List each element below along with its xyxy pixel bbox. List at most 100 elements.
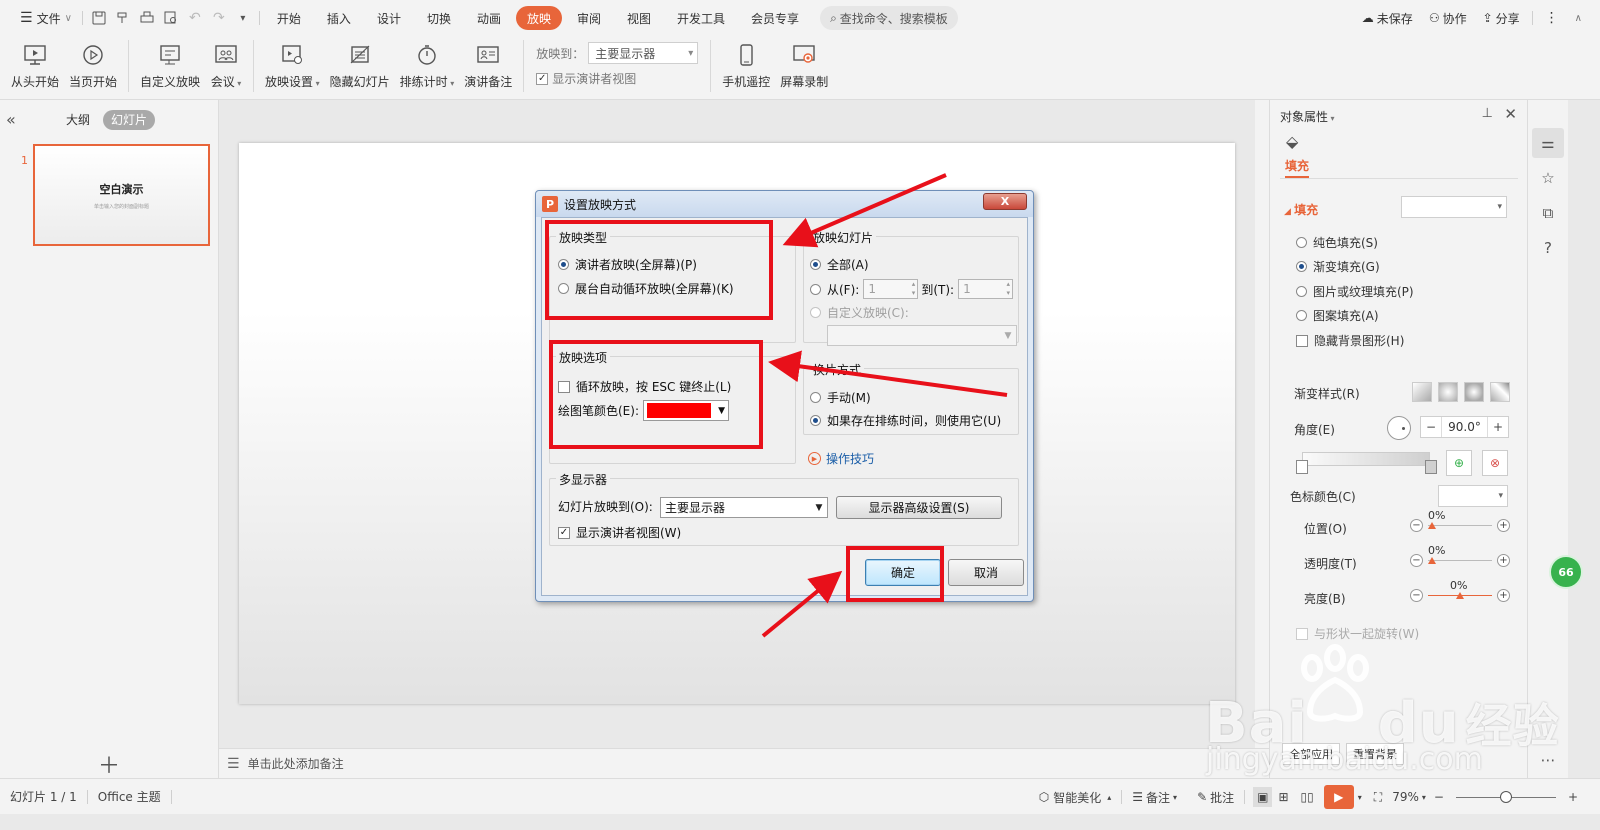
help-icon[interactable]: ?	[1532, 233, 1564, 263]
tab-review[interactable]: 审阅	[566, 6, 612, 30]
position-slider[interactable]: − 0% +	[1410, 509, 1510, 534]
tab-slideshow[interactable]: 放映	[515, 6, 562, 30]
custom-show-select[interactable]: ▼	[827, 325, 1017, 346]
notes-pane[interactable]: ☰ 单击此处添加备注	[219, 748, 1269, 778]
collapse-ribbon-icon[interactable]: ∧	[1567, 6, 1590, 30]
plus-icon[interactable]: +	[1497, 589, 1510, 602]
tab-animations[interactable]: 动画	[466, 6, 512, 30]
command-search[interactable]: ⌕ 查找命令、搜索模板	[820, 6, 958, 30]
screen-record-button[interactable]: 屏幕录制	[775, 36, 833, 96]
slider-thumb[interactable]	[1456, 592, 1464, 599]
gradient-style-linear[interactable]	[1412, 382, 1432, 402]
normal-view-icon[interactable]: ▣	[1253, 787, 1273, 807]
speaker-notes-button[interactable]: 演讲备注	[459, 36, 517, 96]
plus-icon[interactable]: +	[1497, 554, 1510, 567]
play-options-dropdown[interactable]: ▾	[1358, 787, 1368, 807]
presenter-view-checkbox[interactable]: ✓ 显示演讲者视图	[536, 70, 698, 87]
redo-icon[interactable]: ↷	[207, 6, 231, 30]
radio-solid-fill[interactable]: 纯色填充(S)	[1296, 234, 1378, 251]
collaborate-button[interactable]: ⚇ 协作	[1421, 6, 1475, 30]
add-stop-icon[interactable]: ⊕	[1446, 450, 1472, 476]
save-icon[interactable]	[87, 6, 111, 30]
tab-transitions[interactable]: 切换	[416, 6, 462, 30]
radio-manual-advance[interactable]: 手动(M)	[810, 389, 871, 406]
add-slide-icon[interactable]: ＋	[98, 748, 120, 780]
tab-fill[interactable]: 填充	[1285, 157, 1310, 178]
gradient-style-path[interactable]	[1490, 382, 1510, 402]
to-spinner[interactable]: 1	[958, 279, 1014, 299]
hide-background-checkbox[interactable]: 隐藏背景图形(H)	[1296, 332, 1404, 349]
angle-dial[interactable]	[1387, 416, 1411, 440]
tips-link[interactable]: ▶ 操作技巧	[808, 450, 874, 467]
radio-picture-fill[interactable]: 图片或纹理填充(P)	[1296, 283, 1414, 300]
minus-icon[interactable]: −	[1410, 519, 1423, 532]
undo-icon[interactable]: ↶	[183, 6, 207, 30]
gradient-stop-left[interactable]	[1296, 460, 1308, 474]
collapse-panel-icon[interactable]: «	[6, 110, 16, 129]
zoom-slider-thumb[interactable]	[1499, 790, 1512, 803]
minus-icon[interactable]: −	[1421, 417, 1441, 437]
tab-view[interactable]: 视图	[616, 6, 662, 30]
radio-pattern-fill[interactable]: 图案填充(A)	[1296, 307, 1379, 324]
custom-show-button[interactable]: 自定义放映	[135, 36, 205, 96]
play-slideshow-button[interactable]: ▶	[1323, 785, 1354, 809]
gradient-style-rect[interactable]	[1464, 382, 1484, 402]
tab-design[interactable]: 设计	[366, 6, 412, 30]
file-menu[interactable]: ☰ 文件 ∨	[14, 6, 78, 30]
loop-checkbox[interactable]: 循环放映，按 ESC 键终止(L)	[558, 378, 731, 395]
notes-toggle[interactable]: ☰ 备注 ▾	[1122, 787, 1187, 807]
from-current-button[interactable]: 当页开始	[64, 36, 122, 96]
tab-developer[interactable]: 开发工具	[666, 6, 736, 30]
display-target-select[interactable]: 主要显示器 ▼	[660, 497, 828, 518]
minus-icon[interactable]: −	[1410, 554, 1423, 567]
fill-color-dropdown[interactable]: ▾	[1401, 196, 1507, 218]
gradient-style-radial[interactable]	[1438, 382, 1458, 402]
tab-home[interactable]: 开始	[266, 6, 312, 30]
presenter-view-dialog-checkbox[interactable]: ✓ 显示演讲者视图(W)	[558, 524, 681, 541]
display-advanced-button[interactable]: 显示器高级设置(S)	[836, 496, 1002, 519]
meeting-button[interactable]: 会议 ▾	[205, 36, 247, 96]
show-settings-button[interactable]: 放映设置 ▾	[260, 36, 325, 96]
slide-thumbnail[interactable]: 空白演示 单击输入您的封面副标题	[33, 144, 210, 246]
angle-stepper[interactable]: − 90.0° +	[1420, 416, 1509, 438]
print-icon[interactable]	[135, 6, 159, 30]
delete-stop-icon[interactable]: ⊗	[1482, 450, 1508, 476]
plus-icon[interactable]: +	[1488, 417, 1508, 437]
fill-section-header[interactable]: ◢ 填充	[1284, 201, 1318, 218]
tab-outline[interactable]: 大纲	[58, 110, 98, 130]
close-icon[interactable]: ✕	[1504, 105, 1517, 123]
rehearse-timing-button[interactable]: 排练计时 ▾	[395, 36, 460, 96]
dialog-titlebar[interactable]: P 设置放映方式 X	[536, 191, 1033, 217]
properties-sliders-icon[interactable]: ⚌	[1532, 128, 1564, 158]
print-preview-icon[interactable]	[159, 6, 183, 30]
slides-copy-icon[interactable]: ⧉	[1532, 198, 1564, 228]
stop-color-dropdown[interactable]: ▾	[1438, 485, 1508, 507]
gradient-stop-right[interactable]	[1425, 460, 1437, 474]
radio-all-slides[interactable]: 全部(A)	[810, 256, 869, 273]
radio-gradient-fill[interactable]: 渐变填充(G)	[1296, 258, 1380, 275]
radio-custom-show[interactable]: 自定义放映(C):	[810, 304, 909, 321]
plus-icon[interactable]: +	[1497, 519, 1510, 532]
tab-insert[interactable]: 插入	[316, 6, 362, 30]
slide-sorter-icon[interactable]: ⊞	[1272, 787, 1294, 807]
slider-thumb[interactable]	[1428, 557, 1436, 564]
reading-view-icon[interactable]: ▯▯	[1295, 787, 1320, 807]
slider-thumb[interactable]	[1428, 522, 1436, 529]
pin-icon[interactable]: ⊥	[1482, 106, 1493, 121]
zoom-in-icon[interactable]: +	[1564, 787, 1582, 807]
brightness-slider[interactable]: − 0% +	[1410, 579, 1510, 604]
magic-star-icon[interactable]: ☆	[1532, 163, 1564, 193]
share-button[interactable]: ⇪ 分享	[1475, 6, 1528, 30]
zoom-level[interactable]: 79% ▾	[1388, 787, 1430, 807]
zoom-out-icon[interactable]: −	[1430, 787, 1448, 807]
assistant-badge[interactable]: 66	[1549, 555, 1583, 589]
smart-beautify-button[interactable]: ⬡ 智能美化 ▴	[1029, 787, 1122, 807]
radio-slide-range[interactable]: 从(F): 1 到(T): 1	[810, 279, 1014, 299]
theme-name[interactable]: Office 主题	[88, 787, 171, 807]
format-painter-icon[interactable]	[111, 6, 135, 30]
close-button[interactable]: X	[983, 193, 1027, 210]
pen-color-picker[interactable]: ▼	[643, 400, 729, 421]
transparency-slider[interactable]: − 0% +	[1410, 544, 1510, 569]
from-spinner[interactable]: 1	[863, 279, 919, 299]
cancel-button[interactable]: 取消	[948, 559, 1024, 586]
